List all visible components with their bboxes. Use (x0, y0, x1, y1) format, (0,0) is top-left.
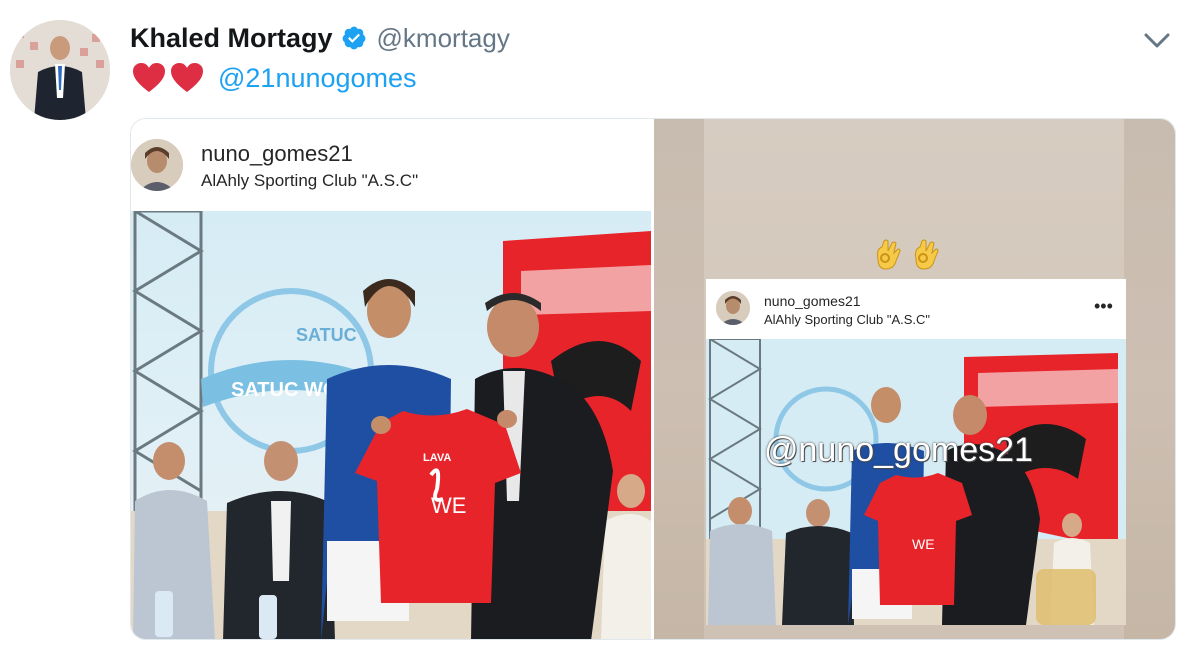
author-display-name[interactable]: Khaled Mortagy (130, 23, 333, 54)
svg-text:SATUC: SATUC (296, 325, 357, 345)
hearts-emoji-group (132, 62, 204, 94)
svg-text:LAVA: LAVA (423, 452, 451, 464)
event-photo: WE (706, 339, 1126, 625)
story-mention-tag[interactable]: @nuno_gomes21 (764, 431, 1033, 470)
ok-hand-icon (915, 239, 939, 270)
ok-hand-emoji-group (872, 237, 942, 273)
verified-badge-icon (342, 26, 365, 50)
ok-hand-icon (877, 239, 901, 270)
chevron-down-icon[interactable] (1140, 26, 1174, 54)
instagram-avatar (716, 291, 750, 325)
instagram-username: nuno_gomes21 (764, 293, 861, 309)
instagram-avatar (131, 139, 183, 191)
instagram-username: nuno_gomes21 (201, 141, 353, 166)
instagram-post-header: nuno_gomes21 AlAhly Sporting Club "A.S.C… (131, 119, 651, 211)
author-avatar-image (10, 20, 110, 120)
red-heart-icon (171, 63, 203, 92)
media-image-right[interactable]: nuno_gomes21 AlAhly Sporting Club "A.S.C… (654, 119, 1175, 639)
instagram-location: AlAhly Sporting Club "A.S.C" (764, 312, 931, 327)
tweet-header: Khaled Mortagy @kmortagy (130, 18, 510, 58)
author-handle[interactable]: @kmortagy (377, 23, 510, 54)
instagram-location: AlAhly Sporting Club "A.S.C" (201, 171, 419, 190)
media-image-left[interactable]: nuno_gomes21 AlAhly Sporting Club "A.S.C… (131, 119, 651, 639)
tweet-text: @21nunogomes (132, 58, 417, 98)
mention-link[interactable]: @21nunogomes (218, 63, 417, 94)
tweet-media: nuno_gomes21 AlAhly Sporting Club "A.S.C… (130, 118, 1176, 640)
red-heart-icon (133, 63, 165, 92)
author-avatar[interactable] (10, 20, 110, 120)
more-dots-icon[interactable]: ••• (1094, 297, 1113, 315)
svg-text:WE: WE (912, 536, 935, 552)
event-photo: SATUC WORLD SATUC LAVA WE (131, 211, 651, 639)
